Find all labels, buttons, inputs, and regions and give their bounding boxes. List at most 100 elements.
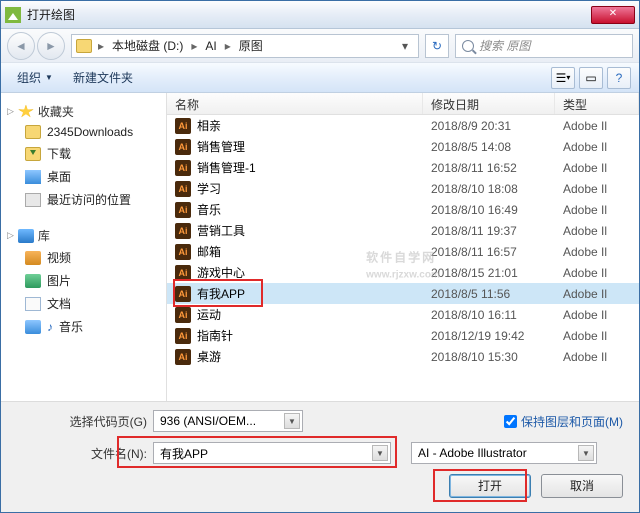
ai-file-icon: Ai bbox=[175, 286, 191, 302]
breadcrumb[interactable]: ▸ 本地磁盘 (D:) ▸ AI ▸ 原图 ▾ bbox=[71, 34, 419, 58]
sidebar-item[interactable]: 最近访问的位置 bbox=[5, 188, 162, 211]
chevron-icon: ▸ bbox=[189, 39, 199, 53]
crumb-p1[interactable]: AI bbox=[199, 35, 222, 57]
file-date: 2018/8/11 16:52 bbox=[423, 161, 555, 175]
sidebar-favorites[interactable]: ▷收藏夹 bbox=[5, 101, 162, 122]
crumb-drive[interactable]: 本地磁盘 (D:) bbox=[106, 35, 189, 57]
view-options-button[interactable]: ☰▾ bbox=[551, 67, 575, 89]
file-name: 销售管理-1 bbox=[197, 159, 256, 176]
file-type: Adobe Il bbox=[555, 140, 639, 154]
cancel-button[interactable]: 取消 bbox=[541, 474, 623, 498]
file-row[interactable]: Ai邮箱2018/8/11 16:57Adobe Il bbox=[167, 241, 639, 262]
file-row[interactable]: Ai 桌游 2018/8/10 15:30Adobe Il bbox=[167, 346, 639, 367]
search-input[interactable]: 搜索 原图 bbox=[455, 34, 633, 58]
open-dialog: 打开绘图 ✕ ◄ ► ▸ 本地磁盘 (D:) ▸ AI ▸ 原图 ▾ ↻ 搜索 … bbox=[0, 0, 640, 513]
sidebar-item[interactable]: 桌面 bbox=[5, 165, 162, 188]
video-icon bbox=[25, 251, 41, 265]
file-date: 2018/8/10 15:30 bbox=[423, 350, 555, 364]
sidebar-library[interactable]: ▷库 bbox=[5, 225, 162, 246]
crumb-dropdown[interactable]: ▾ bbox=[396, 39, 414, 53]
file-type: Adobe Il bbox=[555, 245, 639, 259]
file-date: 2018/8/10 16:11 bbox=[423, 308, 555, 322]
help-button[interactable]: ? bbox=[607, 67, 631, 89]
chevron-icon: ▸ bbox=[96, 39, 106, 53]
refresh-button[interactable]: ↻ bbox=[425, 34, 449, 58]
ai-file-icon: Ai bbox=[175, 265, 191, 281]
file-date: 2018/8/15 21:01 bbox=[423, 266, 555, 280]
file-list[interactable]: 软件自学网www.rjzxw.com Ai相亲2018/8/9 20:31Ado… bbox=[167, 115, 639, 401]
preserve-checkbox[interactable]: 保持图层和页面(M) bbox=[504, 413, 623, 430]
bottom-panel: 选择代码页(G) 936 (ANSI/OEM...▼ 保持图层和页面(M) 文件… bbox=[1, 401, 639, 512]
sidebar-item[interactable]: 2345Downloads bbox=[5, 122, 162, 142]
file-row[interactable]: Ai相亲2018/8/9 20:31Adobe Il bbox=[167, 115, 639, 136]
file-pane: 名称 修改日期 类型 软件自学网www.rjzxw.com Ai相亲2018/8… bbox=[167, 93, 639, 401]
open-button[interactable]: 打开 bbox=[449, 474, 531, 498]
file-date: 2018/12/19 19:42 bbox=[423, 329, 555, 343]
sidebar-item[interactable]: ♪音乐 bbox=[5, 315, 162, 338]
file-date: 2018/8/5 14:08 bbox=[423, 140, 555, 154]
organize-button[interactable]: 组织▼ bbox=[9, 66, 61, 89]
document-icon bbox=[25, 297, 41, 311]
filename-input[interactable]: 有我APP▼ bbox=[153, 442, 391, 464]
file-row[interactable]: Ai 学习 2018/8/10 18:08Adobe Il bbox=[167, 178, 639, 199]
file-name: 有我APP bbox=[197, 285, 245, 302]
ai-file-icon: Ai bbox=[175, 328, 191, 344]
file-row[interactable]: Ai营销工具2018/8/11 19:37Adobe Il bbox=[167, 220, 639, 241]
col-date[interactable]: 修改日期 bbox=[423, 93, 555, 114]
file-row[interactable]: Ai 销售管理 2018/8/5 14:08Adobe Il bbox=[167, 136, 639, 157]
filename-label: 文件名(N): bbox=[17, 445, 147, 462]
ai-file-icon: Ai bbox=[175, 349, 191, 365]
titlebar: 打开绘图 ✕ bbox=[1, 1, 639, 29]
file-row[interactable]: Ai指南针2018/12/19 19:42Adobe Il bbox=[167, 325, 639, 346]
file-date: 2018/8/10 18:08 bbox=[423, 182, 555, 196]
close-button[interactable]: ✕ bbox=[591, 6, 635, 24]
col-name[interactable]: 名称 bbox=[167, 93, 423, 114]
file-name: 运动 bbox=[197, 306, 221, 323]
file-date: 2018/8/10 16:49 bbox=[423, 203, 555, 217]
app-icon bbox=[5, 7, 21, 23]
file-name: 销售管理 bbox=[197, 138, 245, 155]
preserve-check-input[interactable] bbox=[504, 415, 517, 428]
ai-file-icon: Ai bbox=[175, 181, 191, 197]
file-row[interactable]: Ai游戏中心2018/8/15 21:01Adobe Il bbox=[167, 262, 639, 283]
file-name: 营销工具 bbox=[197, 222, 245, 239]
file-name: 桌游 bbox=[197, 348, 221, 365]
ai-file-icon: Ai bbox=[175, 160, 191, 176]
column-headers: 名称 修改日期 类型 bbox=[167, 93, 639, 115]
recent-icon bbox=[25, 193, 41, 207]
download-icon bbox=[25, 147, 41, 161]
search-icon bbox=[462, 40, 474, 52]
ai-file-icon: Ai bbox=[175, 139, 191, 155]
file-row[interactable]: Ai 有我APP 2018/8/5 11:56Adobe Il bbox=[167, 283, 639, 304]
file-type: Adobe Il bbox=[555, 119, 639, 133]
ai-file-icon: Ai bbox=[175, 118, 191, 134]
sidebar-item[interactable]: 视频 bbox=[5, 246, 162, 269]
col-type[interactable]: 类型 bbox=[555, 93, 639, 114]
forward-button[interactable]: ► bbox=[37, 32, 65, 60]
desktop-icon bbox=[25, 170, 41, 184]
file-row[interactable]: Ai销售管理-12018/8/11 16:52Adobe Il bbox=[167, 157, 639, 178]
filter-combo[interactable]: AI - Adobe Illustrator▼ bbox=[411, 442, 597, 464]
file-type: Adobe Il bbox=[555, 329, 639, 343]
sidebar-item[interactable]: 文档 bbox=[5, 292, 162, 315]
preview-pane-button[interactable]: ▭ bbox=[579, 67, 603, 89]
music-icon bbox=[25, 320, 41, 334]
file-type: Adobe Il bbox=[555, 308, 639, 322]
file-row[interactable]: Ai运动2018/8/10 16:11Adobe Il bbox=[167, 304, 639, 325]
back-button[interactable]: ◄ bbox=[7, 32, 35, 60]
crumb-p2[interactable]: 原图 bbox=[233, 35, 269, 57]
file-type: Adobe Il bbox=[555, 287, 639, 301]
file-name: 音乐 bbox=[197, 201, 221, 218]
file-name: 相亲 bbox=[197, 117, 221, 134]
file-name: 学习 bbox=[197, 180, 221, 197]
sidebar-item[interactable]: 下载 bbox=[5, 142, 162, 165]
file-type: Adobe Il bbox=[555, 350, 639, 364]
file-row[interactable]: Ai音乐2018/8/10 16:49Adobe Il bbox=[167, 199, 639, 220]
file-type: Adobe Il bbox=[555, 182, 639, 196]
sidebar-item[interactable]: 图片 bbox=[5, 269, 162, 292]
new-folder-button[interactable]: 新建文件夹 bbox=[65, 66, 141, 89]
file-date: 2018/8/5 11:56 bbox=[423, 287, 555, 301]
file-name: 邮箱 bbox=[197, 243, 221, 260]
codepage-combo[interactable]: 936 (ANSI/OEM...▼ bbox=[153, 410, 303, 432]
nav-row: ◄ ► ▸ 本地磁盘 (D:) ▸ AI ▸ 原图 ▾ ↻ 搜索 原图 bbox=[1, 29, 639, 63]
